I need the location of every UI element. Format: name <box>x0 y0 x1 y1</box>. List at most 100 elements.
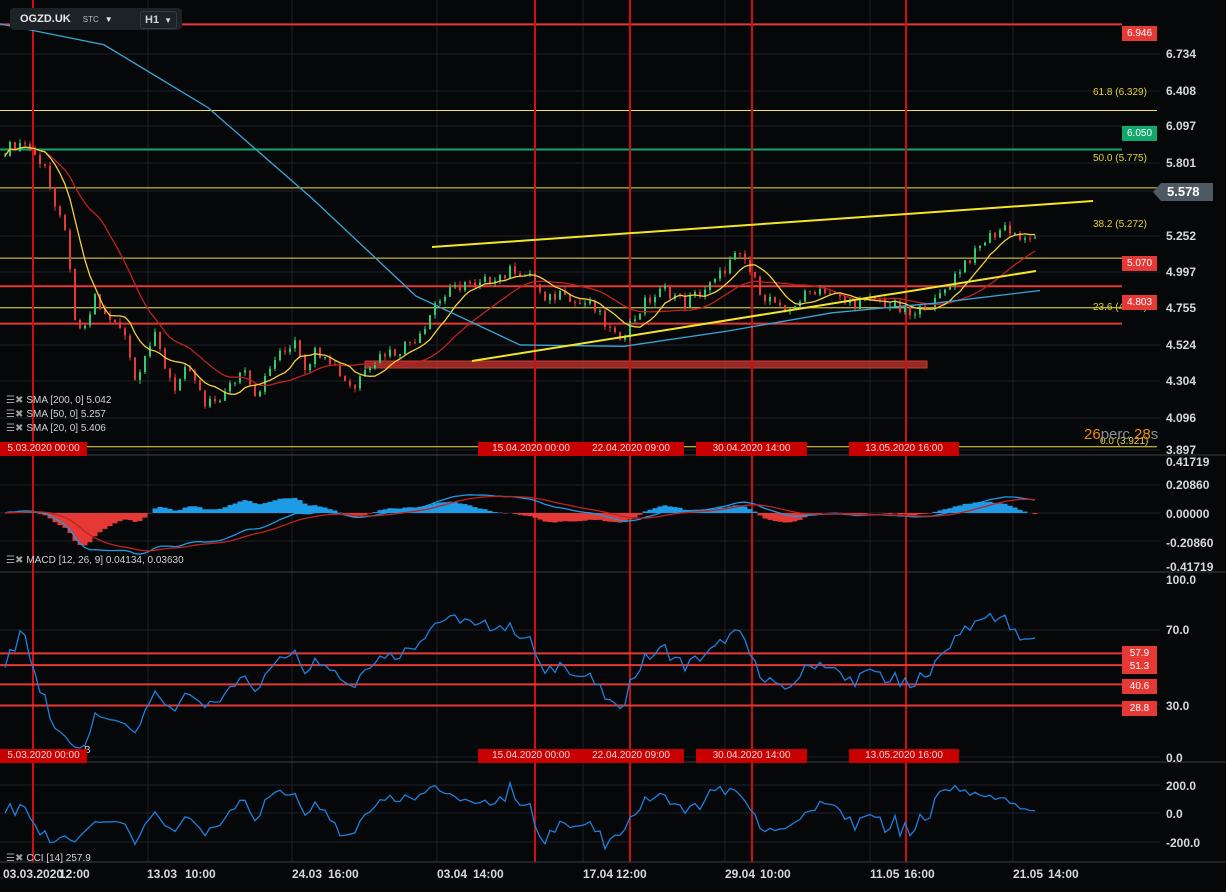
menu-icon: ☰✖ <box>6 409 24 420</box>
candle <box>214 398 216 402</box>
price-axis-label: 4.096 <box>1166 411 1197 425</box>
macd-histogram-bar <box>297 500 303 513</box>
candle <box>254 384 256 397</box>
date-tag: 5.03.2020 00:00 <box>0 442 87 456</box>
macd-histogram-bar <box>922 513 928 514</box>
macd-histogram-bar <box>522 513 528 516</box>
macd-histogram-bar <box>567 513 573 522</box>
candle-timer: 26perc 28s <box>1084 426 1159 443</box>
macd-histogram-bar <box>217 508 223 513</box>
candle <box>989 233 991 243</box>
rsi-level-tag[interactable]: 28.8 <box>1122 701 1157 716</box>
macd-histogram-bar <box>642 511 648 513</box>
candle <box>304 355 306 371</box>
level-tag[interactable]: 6.050 <box>1122 126 1157 141</box>
macd-histogram-bar <box>242 500 248 513</box>
date-tag: 22.04.2020 09:00 <box>578 442 684 456</box>
timeframe-select[interactable]: H1 ▼ <box>140 11 177 29</box>
candle <box>119 321 121 329</box>
macd-histogram-bar <box>557 513 563 522</box>
time-axis-label: 24.03 <box>292 867 323 881</box>
candle <box>764 295 766 302</box>
time-axis-label: 29.04 <box>725 867 756 881</box>
legend-sma50[interactable]: ☰✖ SMA [50, 0] 5.257 <box>6 409 106 420</box>
instrument-type[interactable]: STC <box>83 15 99 24</box>
macd-histogram-bar <box>467 505 473 513</box>
trend-line-upper <box>431 200 1094 248</box>
candle <box>709 282 711 290</box>
macd-histogram-bar <box>272 500 278 513</box>
candle <box>634 319 636 322</box>
candle <box>389 349 391 357</box>
chevron-down-icon[interactable]: ▼ <box>105 15 113 24</box>
macd-histogram-bar <box>632 513 638 518</box>
legend-sma20[interactable]: ☰✖ SMA [20, 0] 5.406 <box>6 423 106 434</box>
macd-histogram-bar <box>112 513 118 524</box>
candle <box>664 285 666 289</box>
candle <box>89 314 91 326</box>
level-tag[interactable]: 5.070 <box>1122 256 1157 271</box>
macd-histogram-bar <box>757 513 763 516</box>
time-axis-label: 12:00 <box>59 867 90 881</box>
candle <box>774 296 776 303</box>
legend-cci[interactable]: ☰✖ CCI [14] 257.9 <box>6 853 91 864</box>
macd-axis-label: 0.00000 <box>1166 507 1210 521</box>
candle <box>1024 238 1026 240</box>
time-axis-label: 11.05 <box>870 867 900 881</box>
rsi-line <box>4 612 1036 749</box>
candle <box>384 354 386 357</box>
candle <box>19 143 21 151</box>
candle <box>44 164 46 166</box>
macd-histogram-bar <box>127 513 133 521</box>
candle <box>479 282 481 286</box>
legend-sma200[interactable]: ☰✖ SMA [200, 0] 5.042 <box>6 395 111 406</box>
candle <box>894 301 896 307</box>
macd-histogram-bar <box>502 513 508 514</box>
candle <box>484 276 486 283</box>
candle <box>599 310 601 312</box>
macd-histogram-bar <box>487 510 493 513</box>
macd-histogram-bar <box>182 507 188 513</box>
macd-histogram-bar <box>102 513 108 529</box>
macd-axis-label: -0.20860 <box>1166 536 1214 550</box>
level-tag[interactable]: 6.946 <box>1122 26 1157 41</box>
rsi-level-tag[interactable]: 40.6 <box>1122 679 1157 694</box>
rsi-axis-label: 70.0 <box>1166 623 1190 637</box>
macd-histogram-bar <box>537 513 543 520</box>
date-tag: 13.05.2020 16:00 <box>849 442 959 456</box>
macd-histogram-bar <box>587 513 593 520</box>
candle <box>149 345 151 357</box>
macd-histogram-bar <box>1002 503 1008 513</box>
candle <box>279 350 281 361</box>
candle <box>414 342 416 344</box>
macd-histogram-bar <box>197 507 203 513</box>
macd-histogram-bar <box>82 513 88 546</box>
candle <box>509 266 511 279</box>
candle <box>139 372 141 380</box>
candle <box>1029 238 1031 240</box>
candle <box>174 377 176 391</box>
candle <box>994 233 996 238</box>
date-tag: 30.04.2020 14:00 <box>696 442 807 456</box>
candle <box>344 376 346 382</box>
legend-macd[interactable]: ☰✖ MACD [12, 26, 9] 0.04134, 0.03630 <box>6 555 184 566</box>
rsi-level-tag[interactable]: 51.3 <box>1122 659 1157 674</box>
macd-histogram-bar <box>157 506 163 513</box>
level-tag[interactable]: 4.803 <box>1122 295 1157 310</box>
candle <box>269 368 271 376</box>
candle <box>4 155 6 157</box>
chevron-down-icon: ▼ <box>164 15 172 25</box>
macd-histogram-bar <box>207 509 213 513</box>
time-axis-label: 14:00 <box>473 867 504 881</box>
symbol-name[interactable]: OGZD.UK <box>20 13 71 25</box>
macd-histogram-bar <box>912 513 918 516</box>
candle <box>394 349 396 356</box>
candle <box>369 368 371 370</box>
macd-histogram-bar <box>462 504 468 513</box>
candle <box>669 285 671 299</box>
macd-histogram-bar <box>527 513 533 517</box>
macd-histogram-bar <box>492 512 498 513</box>
macd-histogram-bar <box>452 501 458 513</box>
candle <box>574 301 576 304</box>
macd-histogram-bar <box>767 513 773 520</box>
